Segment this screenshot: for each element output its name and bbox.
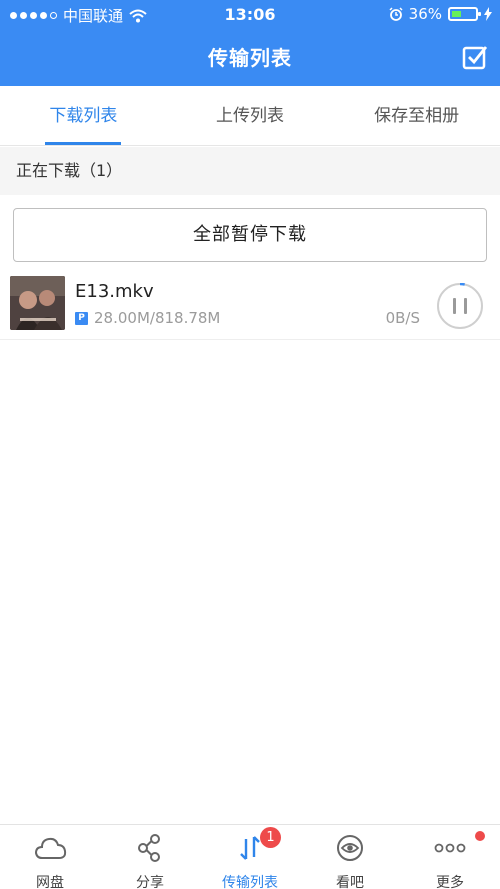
battery-icon — [448, 7, 481, 21]
file-name: E13.mkv — [75, 281, 154, 302]
nav-label: 传输列表 — [222, 875, 278, 889]
transfer-list-page: 中国联通 13:06 36% 传输列表 下载列表 上传列表 保存至相册 正在下载… — [0, 0, 500, 889]
downloading-section-header: 正在下载（1） — [0, 147, 500, 195]
nav-label: 更多 — [436, 875, 464, 889]
transfer-count-badge: 1 — [260, 827, 281, 848]
eye-icon — [337, 835, 363, 861]
tab-download-list[interactable]: 下载列表 — [0, 86, 167, 145]
download-row[interactable]: E13.mkv P 28.00M/818.78M 0B/S — [0, 270, 500, 340]
more-icon — [434, 843, 466, 853]
notification-dot — [475, 831, 485, 841]
nav-item-share[interactable]: 分享 — [100, 825, 200, 889]
cloud-icon — [34, 837, 67, 859]
charging-icon — [484, 7, 492, 21]
download-speed: 0B/S — [385, 309, 420, 327]
nav-label: 分享 — [136, 875, 164, 889]
nav-item-transfer-list[interactable]: 1 传输列表 — [200, 825, 300, 889]
page-title: 传输列表 — [208, 46, 292, 70]
tab-upload-list[interactable]: 上传列表 — [167, 86, 334, 145]
nav-label: 网盘 — [36, 875, 64, 889]
file-size: 28.00M/818.78M — [94, 309, 221, 327]
edit-select-icon[interactable] — [462, 44, 488, 70]
nav-item-cloud-drive[interactable]: 网盘 — [0, 825, 100, 889]
pause-icon — [464, 298, 467, 314]
nav-item-kanba[interactable]: 看吧 — [300, 825, 400, 889]
pause-all-button[interactable]: 全部暂停下载 — [13, 208, 487, 262]
share-icon — [138, 834, 160, 862]
nav-item-more[interactable]: 更多 — [400, 825, 500, 889]
nav-label: 看吧 — [336, 875, 364, 889]
progress-ring — [459, 283, 465, 286]
file-type-badge: P — [75, 312, 88, 325]
battery-percent: 36% — [408, 5, 442, 23]
alarm-icon — [389, 7, 403, 21]
tab-save-to-album[interactable]: 保存至相册 — [333, 86, 500, 145]
status-right: 36% — [389, 5, 492, 23]
pause-download-button[interactable] — [437, 283, 483, 329]
pause-icon — [453, 298, 456, 314]
tab-bar: 下载列表 上传列表 保存至相册 — [0, 86, 500, 146]
top-header: 中国联通 13:06 36% 传输列表 — [0, 0, 500, 86]
status-bar: 中国联通 13:06 36% — [0, 0, 500, 30]
bottom-navigation: 网盘 分享 1 传输列表 看吧 更多 — [0, 824, 500, 889]
video-thumbnail — [10, 276, 65, 330]
